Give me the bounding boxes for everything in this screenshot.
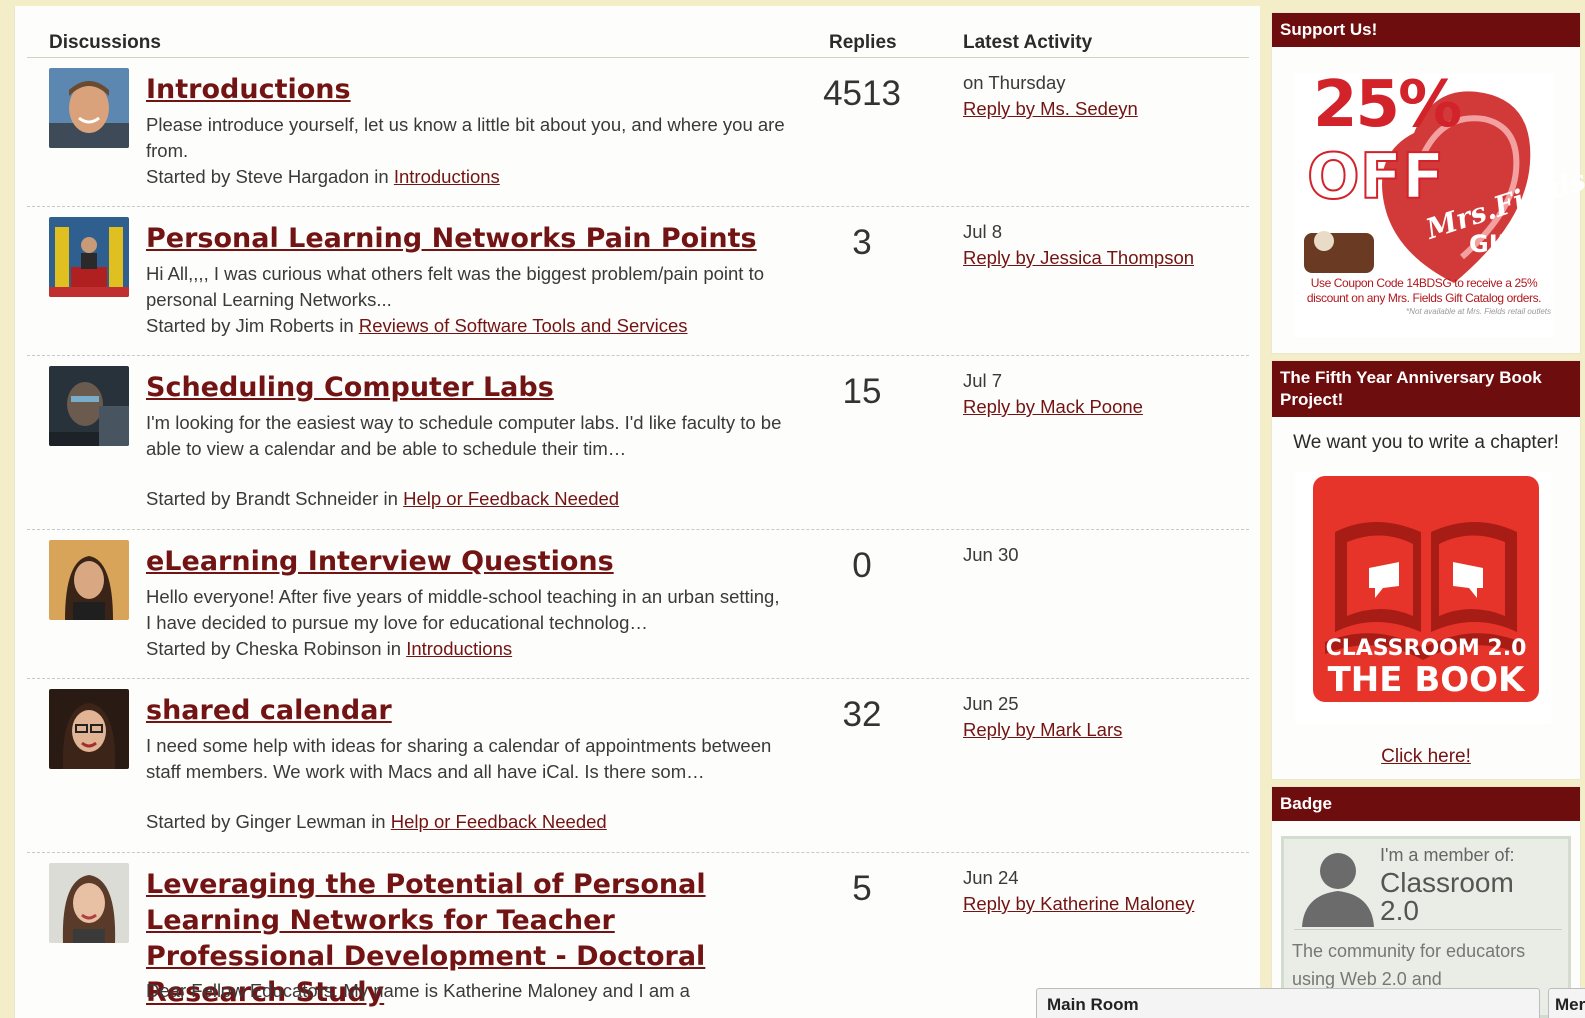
discussion-started-by: Started by Brandt Schneider in Help or F… <box>146 486 806 511</box>
category-link[interactable]: Introductions <box>406 638 512 659</box>
category-link[interactable]: Help or Feedback Needed <box>403 488 619 509</box>
avatar[interactable] <box>49 366 129 446</box>
category-link[interactable]: Help or Feedback Needed <box>391 811 607 832</box>
click-here-link[interactable]: Click here! <box>1271 746 1581 768</box>
activity-date: Jul 7 <box>963 370 1003 391</box>
reply-count: 32 <box>842 695 882 734</box>
reply-count: 3 <box>852 223 872 262</box>
badge-divider <box>1294 929 1562 930</box>
reply-count: 0 <box>852 546 872 585</box>
discussion-description: Dear Fellow Educators: My name is Kather… <box>146 980 690 1001</box>
avatar[interactable] <box>49 217 129 297</box>
started-by-text: Started by Steve Hargadon in <box>146 166 389 187</box>
book-cover-line2: THE BOOK <box>1327 660 1525 700</box>
category-link[interactable]: Reviews of Software Tools and Services <box>359 315 688 336</box>
chat-main-room-tab[interactable]: Main Room <box>1036 988 1540 1018</box>
discussions-panel: Discussions Replies Latest Activity Intr… <box>14 6 1260 1018</box>
badge-title: Badge <box>1272 787 1580 821</box>
header-discussions: Discussions <box>49 32 161 53</box>
discussion-started-by: Started by Ginger Lewman in Help or Feed… <box>146 809 806 834</box>
badge-description: The community for educators using Web 2.… <box>1292 941 1526 989</box>
activity-date: on Thursday <box>963 72 1066 93</box>
reply-count: 4513 <box>823 74 901 113</box>
latest-reply-link[interactable]: Reply by Jessica Thompson <box>963 247 1194 269</box>
discussion-title[interactable]: Introductions <box>146 72 786 108</box>
avatar[interactable] <box>49 540 129 620</box>
promo-text: 25% OFF Mrs.Fields GIFTS Use Coupon Code… <box>1293 60 1585 324</box>
avatar[interactable] <box>49 68 129 148</box>
avatar[interactable] <box>49 863 129 943</box>
discussion-title[interactable]: shared calendar <box>146 693 786 729</box>
discussion-description: Hi All,,,, I was curious what others fel… <box>146 263 765 310</box>
book-project-title: The Fifth Year Anniversary Book Project! <box>1272 361 1580 417</box>
discussion-title[interactable]: Personal Learning Networks Pain Points <box>146 221 786 257</box>
latest-reply-link[interactable]: Reply by Ms. Sedeyn <box>963 98 1138 120</box>
discussion-row: Scheduling Computer Labs I'm looking for… <box>27 356 1249 530</box>
started-by-text: Started by Jim Roberts in <box>146 315 354 336</box>
discussions-header: Discussions Replies Latest Activity <box>27 16 1249 58</box>
promo-fineprint: *Not available at Mrs. Fields retail out… <box>1406 307 1551 316</box>
avatar[interactable] <box>49 689 129 769</box>
promo-gifts: GIFTS <box>1469 230 1548 258</box>
book-project-text: We want you to write a chapter! <box>1293 432 1559 453</box>
started-by-text: Started by Cheska Robinson in <box>146 638 402 659</box>
chat-members-tab[interactable]: Mer <box>1548 988 1585 1018</box>
badge-network-name: Classroom 2.0 <box>1380 867 1514 926</box>
discussion-title[interactable]: eLearning Interview Questions <box>146 544 786 580</box>
discussion-started-by: Started by Steve Hargadon in Introductio… <box>146 164 806 189</box>
sidebar: Support Us! 25% OFF Mrs.Fields GIFTS Use… <box>1271 0 1585 1018</box>
discussion-started-by: Started by Jim Roberts in Reviews of Sof… <box>146 313 806 338</box>
activity-date: Jul 8 <box>963 221 1003 242</box>
header-replies: Replies <box>829 32 897 53</box>
discussion-row: eLearning Interview Questions Hello ever… <box>27 530 1249 679</box>
header-latest-activity: Latest Activity <box>963 32 1093 53</box>
discussion-started-by: Started by Cheska Robinson in Introducti… <box>146 636 806 661</box>
support-title: Support Us! <box>1272 13 1580 47</box>
discussion-row: shared calendar I need some help with id… <box>27 679 1249 853</box>
promo-off: OFF <box>1306 139 1445 214</box>
book-cover-line1: CLASSROOM 2.0 <box>1325 636 1527 661</box>
discussion-description: I'm looking for the easiest way to sched… <box>146 412 782 459</box>
category-link[interactable]: Introductions <box>394 166 500 187</box>
book-cover-image[interactable]: CLASSROOM 2.0 THE BOOK <box>1295 472 1551 724</box>
discussion-description: I need some help with ideas for sharing … <box>146 735 772 782</box>
discussion-row: Personal Learning Networks Pain Points H… <box>27 207 1249 356</box>
badge-member-label: I'm a member of: <box>1380 845 1515 865</box>
activity-date: Jun 24 <box>963 867 1019 888</box>
latest-reply-link[interactable]: Reply by Mark Lars <box>963 719 1122 741</box>
promo-coupon-2: discount on any Mrs. Fields Gift Catalog… <box>1306 291 1542 305</box>
discussion-description: Please introduce yourself, let us know a… <box>146 114 785 161</box>
reply-count: 5 <box>852 869 872 908</box>
latest-reply-link[interactable]: Reply by Katherine Maloney <box>963 893 1194 915</box>
reply-count: 15 <box>842 372 882 411</box>
started-by-text: Started by Brandt Schneider in <box>146 488 398 509</box>
promo-coupon: Use Coupon Code 14BDSG to receive a 25% <box>1310 276 1538 290</box>
activity-date: Jun 25 <box>963 693 1019 714</box>
discussion-description: Hello everyone! After five years of midd… <box>146 586 780 633</box>
started-by-text: Started by Ginger Lewman in <box>146 811 386 832</box>
discussion-row: Introductions Please introduce yourself,… <box>27 58 1249 207</box>
promo-percent: 25% <box>1313 68 1462 142</box>
discussion-title[interactable]: Scheduling Computer Labs <box>146 370 786 406</box>
member-silhouette-icon <box>1302 853 1374 927</box>
activity-date: Jun 30 <box>963 544 1019 565</box>
latest-reply-link[interactable]: Reply by Mack Poone <box>963 396 1143 418</box>
